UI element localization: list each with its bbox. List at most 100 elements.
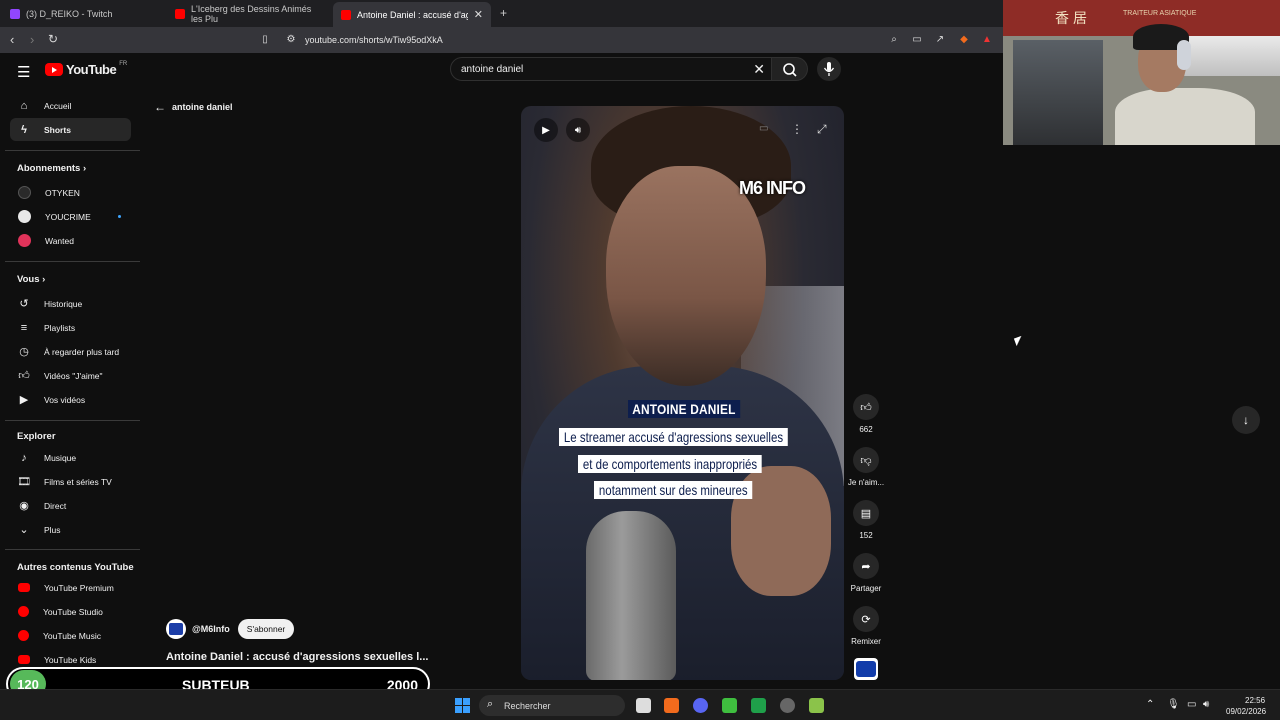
media-app-icon[interactable] (751, 698, 766, 713)
sidebar-item-movies[interactable]: 🎞︎ Films et séries TV (10, 470, 131, 493)
youtube-studio-icon (18, 606, 29, 617)
share-button[interactable]: ➦ Partager (846, 553, 886, 593)
spreadsheet-icon[interactable] (722, 698, 737, 713)
tab-antoine-daniel[interactable]: Antoine Daniel : accusé d'agressi ✕ (333, 2, 491, 27)
channel-avatar[interactable] (166, 619, 186, 639)
sidebar-item-home[interactable]: ⌂ Accueil (10, 94, 131, 117)
back-to-results[interactable]: ← antoine daniel (154, 100, 233, 114)
dislike-button[interactable]: 👎︎ Je n'aim... (846, 447, 886, 487)
share-icon[interactable]: ↗ (934, 34, 946, 46)
sidebar-item-youtube-premium[interactable]: YouTube Premium (10, 576, 131, 599)
shop-sign-text: TRAITEUR ASIATIQUE (1123, 10, 1197, 17)
sidebar-item-liked-videos[interactable]: 👍︎ Vidéos "J'aime" (10, 364, 131, 387)
site-info-icon[interactable]: ⚙ (285, 34, 297, 46)
subscribe-button[interactable]: S'abonner (237, 619, 295, 639)
tab-twitch[interactable]: (3) D_REIKO - Twitch (2, 3, 167, 24)
tab-title: Antoine Daniel : accusé d'agressi (357, 9, 468, 20)
sidebar-item-music[interactable]: ♪ Musique (10, 446, 131, 469)
sidebar-item-youtube-studio[interactable]: YouTube Studio (10, 600, 131, 623)
next-short-button[interactable]: ↓ (1232, 406, 1260, 434)
sidebar-item-youcrime[interactable]: YOUCRIME (10, 205, 131, 228)
sidebar-item-wanted[interactable]: Wanted (10, 229, 131, 252)
windows-start-icon[interactable] (455, 698, 470, 713)
youtube-logo[interactable]: YouTube FR (45, 61, 127, 77)
sidebar-item-label: Shorts (44, 124, 71, 135)
section-title: Vous (17, 274, 40, 285)
tray-chevron-icon[interactable]: ⌃ (1146, 699, 1154, 710)
discord-icon[interactable] (693, 698, 708, 713)
more-options-icon[interactable]: ⋮ (791, 122, 803, 136)
history-icon: ↺ (19, 298, 29, 310)
sidebar-item-label: YOUCRIME (45, 211, 91, 222)
like-count: 662 (859, 425, 873, 434)
fullscreen-icon[interactable]: ⤢ (817, 122, 827, 137)
obs-icon[interactable] (780, 698, 795, 713)
sidebar-item-your-videos[interactable]: ▶ Vos vidéos (10, 388, 131, 411)
your-videos-icon: ▶ (19, 394, 29, 406)
back-arrow-icon[interactable]: ‹ (10, 32, 14, 47)
microphone-tray-icon[interactable]: 🎙︎ (1167, 699, 1180, 710)
captions-icon[interactable]: ▭ (759, 123, 768, 134)
comments-button[interactable]: ▤ 152 (846, 500, 886, 540)
sidebar-item-history[interactable]: ↺ Historique (10, 292, 131, 315)
sidebar-item-otyken[interactable]: OTYKEN (10, 181, 131, 204)
youtube-premium-icon (18, 583, 30, 592)
sidebar-item-watch-later[interactable]: ◷ À regarder plus tard (10, 340, 131, 363)
taskbar-search[interactable]: ⌕ Rechercher (479, 695, 625, 716)
clock[interactable]: 22:56 09/02/2026 (1226, 695, 1266, 717)
volume-button[interactable]: 🔊︎ (566, 118, 590, 142)
sidebar-item-label: Musique (44, 452, 77, 463)
url-field[interactable]: youtube.com/shorts/wTiw95odXkA (305, 35, 443, 45)
bookmark-icon[interactable]: ▯ (259, 34, 271, 46)
hamburger-menu-icon[interactable]: ☰ (17, 63, 30, 81)
playlists-icon: ≡ (20, 321, 28, 334)
clear-search-icon[interactable]: ✕ (753, 61, 765, 78)
new-tab-button[interactable]: + (500, 6, 507, 20)
app-icon[interactable] (809, 698, 824, 713)
new-content-indicator (118, 215, 121, 218)
sidebar-item-youtube-music[interactable]: YouTube Music (10, 624, 131, 647)
brave-icon[interactable] (664, 698, 679, 713)
tab-iceberg[interactable]: L'Iceberg des Dessins Animés les Plu (167, 3, 332, 24)
play-button[interactable]: ▶ (534, 118, 558, 142)
brave-rewards-icon[interactable]: ▲ (981, 34, 993, 46)
clock-time: 22:56 (1245, 696, 1266, 705)
sidebar-item-label: Accueil (44, 100, 72, 111)
reload-icon[interactable]: ↻ (48, 32, 58, 46)
sidebar-item-label: YouTube Premium (44, 582, 114, 593)
search-icon: ⌕ (487, 698, 494, 710)
subscriptions-header[interactable]: Abonnements › (17, 163, 86, 174)
shop-sign-chinese: 香居 (1055, 10, 1091, 26)
search-input[interactable]: antoine daniel ✕ (450, 57, 772, 81)
share-icon: ➦ (853, 553, 879, 579)
sidebar-item-playlists[interactable]: ≡ Playlists (10, 316, 131, 339)
cast-icon[interactable]: ▭ (911, 34, 923, 46)
video-title[interactable]: Antoine Daniel : accusé d'agressions sex… (166, 651, 428, 663)
volume-tray-icon[interactable]: 🔊︎ (1203, 699, 1209, 710)
brave-shield-icon[interactable]: ◆ (958, 34, 970, 46)
remix-button[interactable]: ⟳ Remixer (846, 606, 886, 646)
voice-search-button[interactable] (817, 57, 841, 81)
close-tab-icon[interactable]: ✕ (474, 8, 483, 21)
caption-line: et de comportements inappropriés (578, 455, 763, 473)
sidebar-item-shorts[interactable]: ϟ Shorts (10, 118, 131, 141)
sidebar-item-live[interactable]: ◉ Direct (10, 494, 131, 517)
sidebar-item-label: À regarder plus tard (44, 346, 120, 357)
search-button[interactable] (772, 57, 808, 81)
shorts-video-player[interactable]: ▶ 🔊︎ ▭ ⋮ ⤢ M6 INFO ANTOINE DANIEL Le str… (521, 106, 844, 680)
comment-count: 152 (859, 531, 873, 540)
zoom-icon[interactable]: ⌕ (888, 34, 900, 46)
like-button[interactable]: 👍︎ 662 (846, 394, 886, 434)
sidebar-item-more[interactable]: ⌄ Plus (10, 518, 131, 541)
thumbs-up-icon: 👍︎ (853, 394, 879, 420)
you-header[interactable]: Vous › (17, 274, 45, 285)
thumbs-down-icon: 👎︎ (853, 447, 879, 473)
forward-arrow-icon[interactable]: › (30, 32, 34, 47)
sidebar-item-label: Direct (44, 500, 67, 511)
channel-thumbnail[interactable] (854, 658, 878, 680)
channel-handle[interactable]: @M6Info (192, 624, 230, 634)
file-explorer-icon[interactable] (636, 698, 651, 713)
headset (1177, 40, 1191, 70)
youtube-wordmark: YouTube (66, 62, 117, 77)
display-tray-icon[interactable]: ▭ (1187, 699, 1196, 710)
